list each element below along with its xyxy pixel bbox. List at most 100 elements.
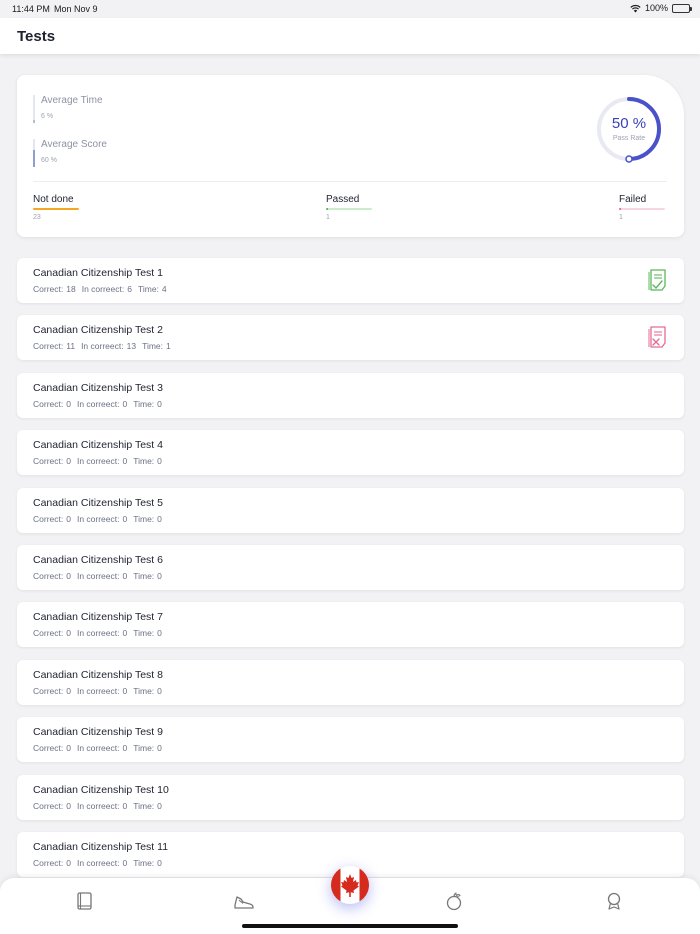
test-time-label: Time: <box>133 686 155 696</box>
test-correct-label: Correct: <box>33 571 64 581</box>
failed-line <box>619 208 665 210</box>
test-name: Canadian Citizenship Test 2 <box>33 324 163 336</box>
test-incorrect: In correect: 0 <box>77 628 127 638</box>
test-incorrect-label: In correect: <box>76 743 120 753</box>
tab-training[interactable] <box>233 890 255 912</box>
test-list-item[interactable]: Canadian Citizenship Test 3 Correct: 0 In c… <box>17 373 684 418</box>
test-time: Time: 0 <box>133 514 162 524</box>
test-meta: Correct: 0 In correect: 0 Time: 0 <box>33 743 168 753</box>
test-meta: Correct: 0 In correect: 0 Time: 0 <box>33 456 168 466</box>
test-correct-value: 0 <box>66 514 71 524</box>
test-incorrect-label: In correect: <box>76 801 120 811</box>
status-bar: 11:44 PM Mon Nov 9 100% <box>0 0 700 18</box>
test-incorrect-label: In correect: <box>76 514 120 524</box>
test-incorrect: In correect: 0 <box>77 571 127 581</box>
test-meta: Correct: 11 In correect: 13 Time: 1 <box>33 341 177 351</box>
test-time-value: 0 <box>157 571 162 581</box>
test-time: Time: 0 <box>133 686 162 696</box>
test-incorrect: In correect: 0 <box>77 399 127 409</box>
not-done-stat: Not done 23 <box>33 194 79 221</box>
test-incorrect-value: 13 <box>126 341 137 351</box>
test-list-item[interactable]: Canadian Citizenship Test 8 Correct: 0 In c… <box>17 660 684 705</box>
test-correct-value: 0 <box>66 571 71 581</box>
test-time-label: Time: <box>133 514 155 524</box>
test-meta: Correct: 0 In correect: 0 Time: 0 <box>33 628 168 638</box>
test-incorrect: In correect: 0 <box>77 743 127 753</box>
test-list-item[interactable]: Canadian Citizenship Test 9 Correct: 0 In c… <box>17 717 684 762</box>
average-time-bar <box>33 95 35 123</box>
test-correct-value: 0 <box>66 399 71 409</box>
test-meta: Correct: 0 In correect: 0 Time: 0 <box>33 399 168 409</box>
test-time: Time: 0 <box>133 571 162 581</box>
tab-home-canada[interactable] <box>331 866 369 904</box>
test-list-item[interactable]: Canadian Citizenship Test 1 Correct: 18 In … <box>17 258 684 303</box>
test-name: Canadian Citizenship Test 6 <box>33 554 163 566</box>
test-correct: Correct: 0 <box>33 686 71 696</box>
test-correct: Correct: 0 <box>33 399 71 409</box>
test-time-value: 0 <box>157 858 162 868</box>
test-correct-label: Correct: <box>33 399 64 409</box>
test-name: Canadian Citizenship Test 7 <box>33 611 163 623</box>
passed-count: 1 <box>326 214 330 221</box>
test-list-item[interactable]: Canadian Citizenship Test 7 Correct: 0 In c… <box>17 602 684 647</box>
test-time: Time: 0 <box>133 456 162 466</box>
test-time: Time: 0 <box>133 628 162 638</box>
test-correct: Correct: 11 <box>33 341 75 351</box>
test-time-value: 0 <box>157 514 162 524</box>
test-time: Time: 4 <box>138 284 167 294</box>
test-correct-value: 0 <box>66 858 71 868</box>
test-meta: Correct: 0 In correect: 0 Time: 0 <box>33 571 168 581</box>
test-time-label: Time: <box>133 571 155 581</box>
test-name: Canadian Citizenship Test 10 <box>33 784 169 796</box>
test-list-item[interactable]: Canadian Citizenship Test 2 Correct: 11 In … <box>17 315 684 360</box>
test-correct-label: Correct: <box>33 743 64 753</box>
tab-health[interactable] <box>443 890 465 912</box>
test-incorrect: In correect: 6 <box>82 284 132 294</box>
test-correct: Correct: 0 <box>33 858 71 868</box>
test-correct-value: 18 <box>66 284 76 294</box>
test-meta: Correct: 18 In correect: 6 Time: 4 <box>33 284 173 294</box>
battery-percent: 100% <box>644 3 668 13</box>
test-time-label: Time: <box>133 858 155 868</box>
book-icon <box>77 892 92 910</box>
test-time-label: Time: <box>133 801 155 811</box>
test-name: Canadian Citizenship Test 1 <box>33 267 163 279</box>
not-done-label: Not done <box>33 194 74 205</box>
test-incorrect-label: In correect: <box>76 686 120 696</box>
failed-count: 1 <box>619 214 623 221</box>
test-correct-label: Correct: <box>33 686 64 696</box>
summary-card: Average Time 6 % Average Score 60 % 50 %… <box>17 75 684 237</box>
test-incorrect-value: 0 <box>122 858 128 868</box>
test-time: Time: 0 <box>133 801 162 811</box>
test-time-value: 4 <box>161 284 167 294</box>
test-incorrect-value: 0 <box>122 456 128 466</box>
test-list-item[interactable]: Canadian Citizenship Test 5 Correct: 0 In c… <box>17 488 684 533</box>
test-name: Canadian Citizenship Test 4 <box>33 439 163 451</box>
test-correct: Correct: 0 <box>33 571 71 581</box>
tab-achievements[interactable] <box>603 890 625 912</box>
test-correct: Correct: 0 <box>33 743 71 753</box>
test-incorrect-value: 0 <box>122 514 128 524</box>
test-list-item[interactable]: Canadian Citizenship Test 6 Correct: 0 In c… <box>17 545 684 590</box>
test-time-label: Time: <box>137 284 159 294</box>
test-time-value: 0 <box>157 628 162 638</box>
test-correct: Correct: 0 <box>33 628 71 638</box>
battery-icon <box>672 3 692 13</box>
tab-book[interactable] <box>74 890 96 912</box>
failed-stat: Failed 1 <box>619 194 665 221</box>
test-time-value: 0 <box>157 456 162 466</box>
test-time-value: 1 <box>166 341 171 351</box>
test-list-item[interactable]: Canadian Citizenship Test 10 Correct: 0 In … <box>17 775 684 820</box>
home-indicator <box>242 924 458 928</box>
test-meta: Correct: 0 In correect: 0 Time: 0 <box>33 801 168 811</box>
test-correct-label: Correct: <box>33 456 64 466</box>
test-name: Canadian Citizenship Test 9 <box>33 726 163 738</box>
test-meta: Correct: 0 In correect: 0 Time: 0 <box>33 858 168 868</box>
summary-divider <box>33 181 667 182</box>
test-time-label: Time: <box>133 456 155 466</box>
average-score-label: Average Score <box>41 139 107 150</box>
test-incorrect-value: 0 <box>122 399 128 409</box>
test-incorrect-value: 0 <box>122 571 128 581</box>
test-list-item[interactable]: Canadian Citizenship Test 4 Correct: 0 In c… <box>17 430 684 475</box>
test-time: Time: 0 <box>133 399 162 409</box>
